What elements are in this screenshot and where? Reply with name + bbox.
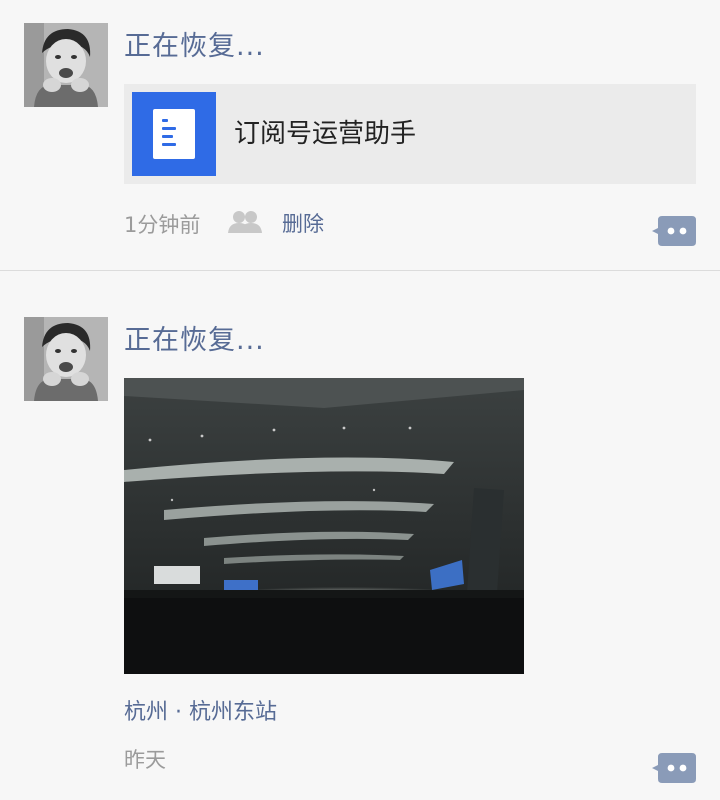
moment-post-2: 正在恢复... 杭州 · 杭州东站 昨天 (0, 272, 720, 800)
document-icon (132, 92, 216, 176)
shared-article-card[interactable]: 订阅号运营助手 (124, 84, 696, 184)
delete-link[interactable]: 删除 (282, 208, 324, 238)
shared-article-title: 订阅号运营助手 (234, 119, 417, 149)
username[interactable]: 正在恢复... (124, 318, 265, 357)
post-divider (0, 270, 720, 271)
comment-more-icon[interactable] (652, 216, 696, 246)
station-hall-photo[interactable] (124, 378, 524, 674)
people-icon (228, 209, 262, 235)
post-time: 昨天 (124, 748, 166, 772)
user-avatar[interactable] (24, 317, 108, 401)
user-avatar[interactable] (24, 23, 108, 107)
comment-more-icon[interactable] (652, 753, 696, 783)
location-link[interactable]: 杭州 · 杭州东站 (124, 694, 277, 726)
moment-post-1: 正在恢复... 订阅号运营助手 1分钟前 删除 (0, 0, 720, 271)
post-time: 1分钟前 (124, 213, 201, 237)
username[interactable]: 正在恢复... (124, 24, 265, 63)
